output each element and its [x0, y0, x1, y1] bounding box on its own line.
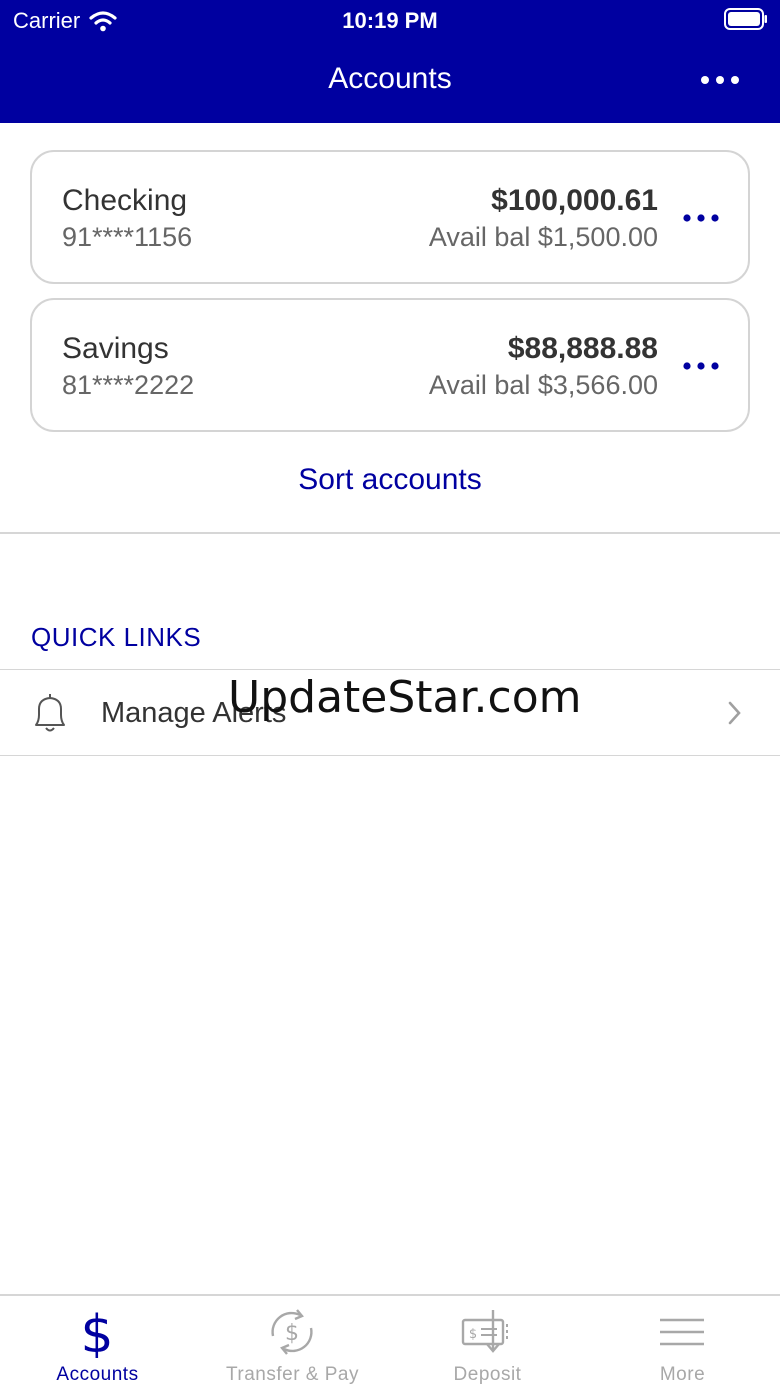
tab-label: Transfer & Pay	[225, 1364, 359, 1385]
tab-label: More	[659, 1364, 706, 1385]
quick-links-heading: QUICK LINKS	[31, 622, 202, 652]
quick-links-divider-bottom	[0, 755, 780, 756]
account-name: Checking	[62, 184, 188, 217]
battery-icon	[724, 8, 767, 30]
account-options-icon[interactable]	[680, 206, 724, 230]
sort-accounts-link[interactable]: Sort accounts	[0, 463, 780, 497]
chevron-right-icon	[728, 701, 741, 725]
watermark: UpdateStar.com	[228, 672, 582, 723]
clock: 10:19 PM	[342, 8, 438, 33]
account-balance: $100,000.61	[491, 184, 658, 217]
status-bar: Carrier 10:19 PM	[0, 0, 780, 40]
menu-icon	[660, 1318, 704, 1346]
dollar-icon: $	[80, 1306, 113, 1358]
tab-more[interactable]: More	[585, 1296, 780, 1387]
account-card-checking[interactable]: Checking 91****1156 $100,000.61 Avail ba…	[30, 150, 750, 284]
svg-text:$: $	[80, 1306, 113, 1358]
account-name: Savings	[62, 332, 169, 365]
account-card-savings[interactable]: Savings 81****2222 $88,888.88 Avail bal …	[30, 298, 750, 432]
page-title: Accounts	[328, 62, 452, 95]
bottom-tab-bar: $ Accounts $ Transfer & Pay $ Deposit Mo…	[0, 1294, 780, 1387]
tab-deposit[interactable]: $ Deposit	[390, 1296, 585, 1387]
tab-label: Accounts	[56, 1364, 139, 1385]
account-number: 91****1156	[62, 222, 193, 252]
tab-label: Deposit	[453, 1364, 522, 1385]
svg-text:$: $	[469, 1327, 477, 1342]
transfer-icon: $	[271, 1309, 313, 1355]
account-options-icon[interactable]	[680, 354, 724, 378]
tab-accounts[interactable]: $ Accounts	[0, 1296, 195, 1387]
account-balance: $88,888.88	[507, 332, 658, 365]
svg-text:$: $	[285, 1321, 299, 1346]
quick-links-divider-top	[0, 669, 780, 670]
app-header: Carrier 10:19 PM Accounts	[0, 0, 780, 123]
bell-icon	[35, 694, 65, 732]
deposit-check-icon: $	[461, 1310, 508, 1353]
available-balance: Avail bal $1,500.00	[428, 222, 658, 252]
section-divider	[0, 532, 780, 534]
ellipsis-icon[interactable]	[698, 66, 742, 94]
tab-transfer-pay[interactable]: $ Transfer & Pay	[195, 1296, 390, 1387]
account-number: 81****2222	[62, 370, 195, 400]
available-balance: Avail bal $3,566.00	[428, 370, 658, 400]
